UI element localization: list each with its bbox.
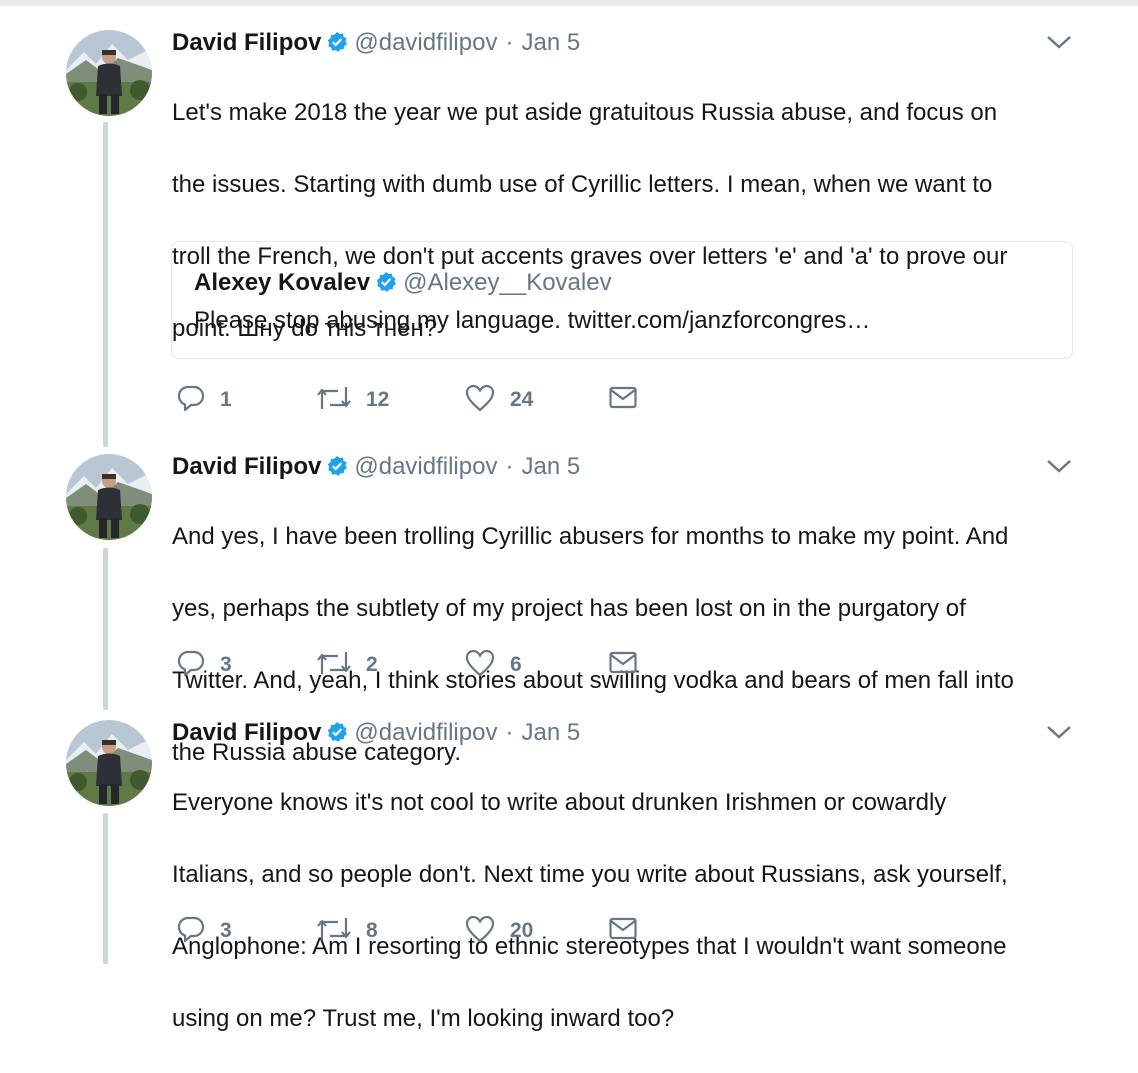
tweet-header: David Filipov @davidfilipov · Jan 5: [172, 452, 580, 482]
tweet-text: Everyone knows it's not cool to write ab…: [172, 749, 1077, 1073]
verified-badge-icon: [326, 721, 348, 751]
reply-count: 1: [220, 388, 232, 411]
separator-dot: ·: [505, 29, 514, 56]
retweet-count: 2: [366, 653, 378, 676]
tweet-text-line: the issues. Starting with dumb use of Cy…: [172, 171, 993, 198]
tweet-text-line: And yes, I have been trolling Cyrillic a…: [172, 523, 1009, 550]
retweet-button[interactable]: 2: [316, 650, 378, 680]
reply-button[interactable]: 3: [176, 650, 232, 680]
like-count: 24: [510, 388, 534, 411]
top-divider: [0, 0, 1138, 6]
chevron-down-icon[interactable]: [1046, 34, 1072, 55]
retweet-icon: [316, 914, 352, 949]
quoted-author-name[interactable]: Alexey Kovalev: [194, 269, 370, 296]
chevron-down-icon[interactable]: [1046, 724, 1072, 745]
retweet-icon: [316, 383, 352, 418]
direct-message-button[interactable]: [608, 385, 638, 415]
separator-dot: ·: [505, 453, 514, 480]
tweet[interactable]: David Filipov @davidfilipov · Jan 5 Let's m…: [0, 28, 1138, 428]
chevron-down-icon[interactable]: [1046, 458, 1072, 479]
reply-icon: [176, 648, 206, 683]
envelope-icon: [608, 914, 638, 949]
direct-message-button[interactable]: [608, 650, 638, 680]
reply-icon: [176, 383, 206, 418]
author-handle[interactable]: @davidfilipov: [354, 29, 497, 56]
verified-badge-icon: [375, 271, 397, 301]
tweet[interactable]: David Filipov @davidfilipov · Jan 5 Everyon…: [0, 718, 1138, 1032]
retweet-count: 12: [366, 388, 390, 411]
reply-count: 3: [220, 653, 232, 676]
tweet-header: David Filipov @davidfilipov · Jan 5: [172, 718, 580, 748]
avatar[interactable]: [66, 454, 152, 540]
tweet-date[interactable]: Jan 5: [521, 453, 580, 480]
reply-button[interactable]: 3: [176, 916, 232, 946]
tweet-text-line: Everyone knows it's not cool to write ab…: [172, 789, 947, 816]
tweet-text-line: using on me? Trust me, I'm looking inwar…: [172, 1005, 675, 1032]
reply-button[interactable]: 1: [176, 385, 232, 415]
tweet-date[interactable]: Jan 5: [521, 29, 580, 56]
reply-icon: [176, 914, 206, 949]
author-handle[interactable]: @davidfilipov: [354, 719, 497, 746]
like-count: 20: [510, 919, 534, 942]
envelope-icon: [608, 383, 638, 418]
like-button[interactable]: 20: [464, 914, 534, 949]
direct-message-button[interactable]: [608, 916, 638, 946]
author-name[interactable]: David Filipov: [172, 453, 321, 480]
heart-icon: [464, 383, 496, 418]
avatar[interactable]: [66, 30, 152, 116]
quoted-tweet-text: Please stop abusing my language. twitter…: [194, 307, 871, 334]
retweet-count: 8: [366, 919, 378, 942]
like-button[interactable]: 24: [464, 383, 534, 418]
tweet-header: David Filipov @davidfilipov · Jan 5: [172, 28, 580, 58]
tweet[interactable]: David Filipov @davidfilipov · Jan 5 And yes…: [0, 452, 1138, 766]
quoted-author-handle[interactable]: @Alexey__Kovalev: [403, 269, 611, 296]
avatar[interactable]: [66, 720, 152, 806]
heart-icon: [464, 648, 496, 683]
retweet-icon: [316, 648, 352, 683]
like-count: 6: [510, 653, 522, 676]
tweet-text-line: yes, perhaps the subtlety of my project …: [172, 595, 966, 622]
separator-dot: ·: [505, 719, 514, 746]
envelope-icon: [608, 648, 638, 683]
tweet-date[interactable]: Jan 5: [521, 719, 580, 746]
quoted-tweet-header: Alexey Kovalev @Alexey__Kovalev: [194, 268, 612, 301]
verified-badge-icon: [326, 455, 348, 485]
author-name[interactable]: David Filipov: [172, 29, 321, 56]
verified-badge-icon: [326, 31, 348, 61]
like-button[interactable]: 6: [464, 648, 522, 683]
heart-icon: [464, 914, 496, 949]
author-handle[interactable]: @davidfilipov: [354, 453, 497, 480]
retweet-button[interactable]: 8: [316, 916, 378, 946]
quoted-tweet[interactable]: Alexey Kovalev @Alexey__Kovalev Please st…: [171, 241, 1073, 359]
reply-count: 3: [220, 919, 232, 942]
tweet-text-line: Let's make 2018 the year we put aside gr…: [172, 99, 998, 126]
author-name[interactable]: David Filipov: [172, 719, 321, 746]
tweet-text-line: Italians, and so people don't. Next time…: [172, 861, 1008, 888]
retweet-button[interactable]: 12: [316, 385, 389, 415]
